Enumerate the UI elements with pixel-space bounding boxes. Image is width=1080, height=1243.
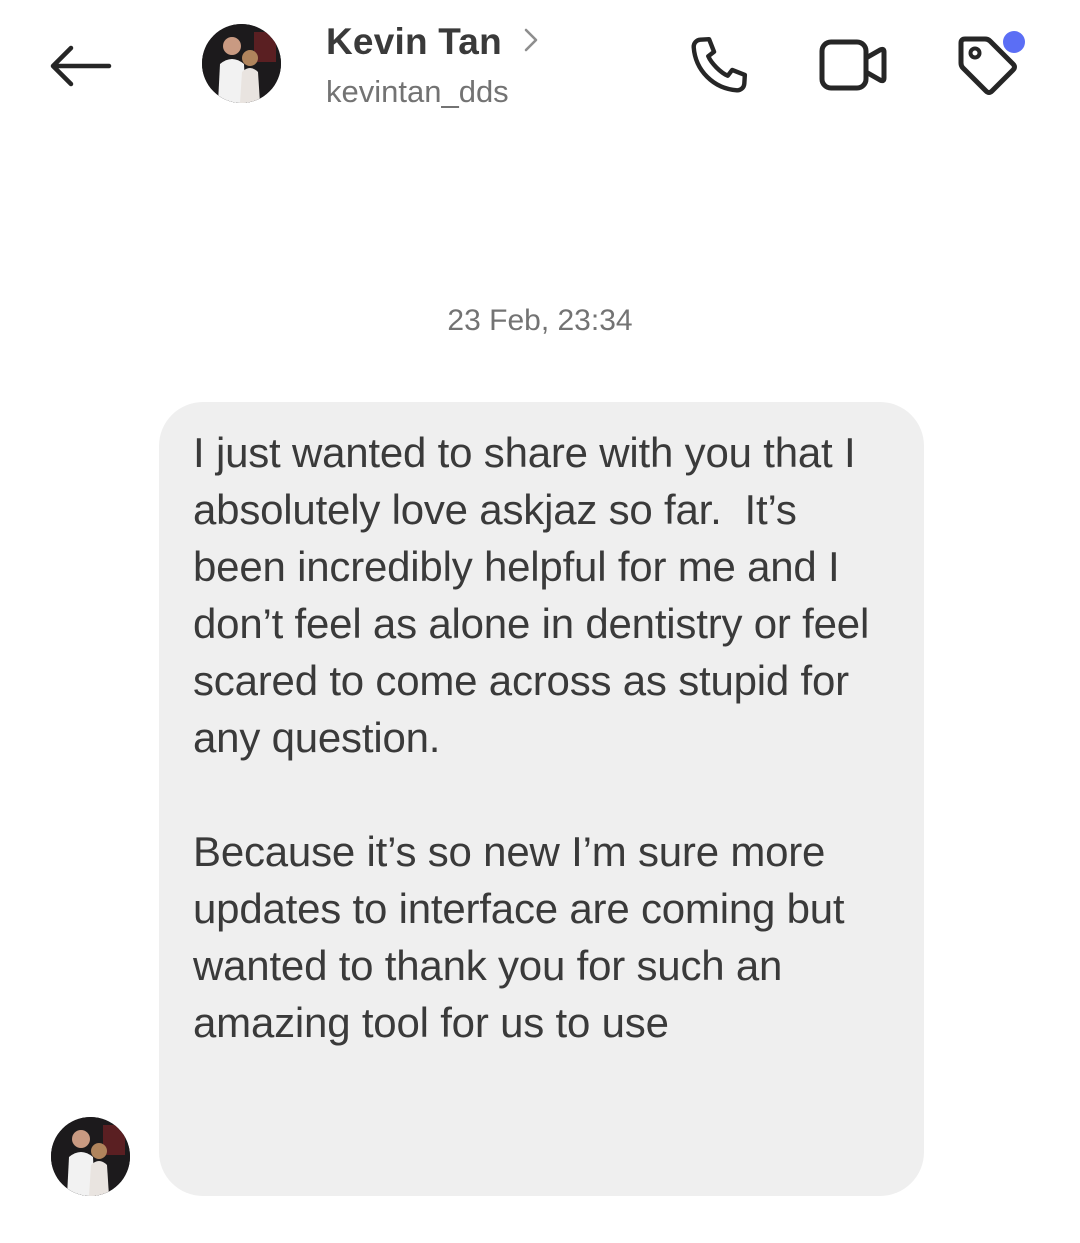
phone-icon — [691, 36, 748, 93]
message-timestamp: 23 Feb, 23:34 — [447, 304, 633, 337]
contact-username: kevintan_dds — [326, 74, 509, 109]
notification-dot — [1003, 31, 1025, 53]
message-paragraph-1: I just wanted to share with you that I a… — [193, 429, 881, 761]
video-camera-icon — [819, 39, 887, 91]
message-bubble[interactable]: I just wanted to share with you that I a… — [159, 402, 924, 1196]
video-call-button[interactable] — [818, 30, 888, 100]
avatar-photo — [202, 24, 281, 103]
chevron-right-icon — [525, 28, 538, 52]
contact-avatar[interactable] — [202, 24, 281, 103]
arrow-left-icon — [50, 45, 112, 87]
sender-avatar[interactable] — [51, 1117, 130, 1196]
audio-call-button[interactable] — [684, 30, 754, 100]
back-button[interactable] — [40, 34, 120, 98]
chat-header: Kevin Tan kevintan_dds — [0, 0, 1080, 130]
avatar-photo — [51, 1117, 130, 1196]
contact-info[interactable]: Kevin Tan kevintan_dds — [326, 20, 538, 112]
message-paragraph-2: Because it’s so new I’m sure more update… — [193, 828, 856, 1046]
contact-name: Kevin Tan — [326, 21, 502, 62]
